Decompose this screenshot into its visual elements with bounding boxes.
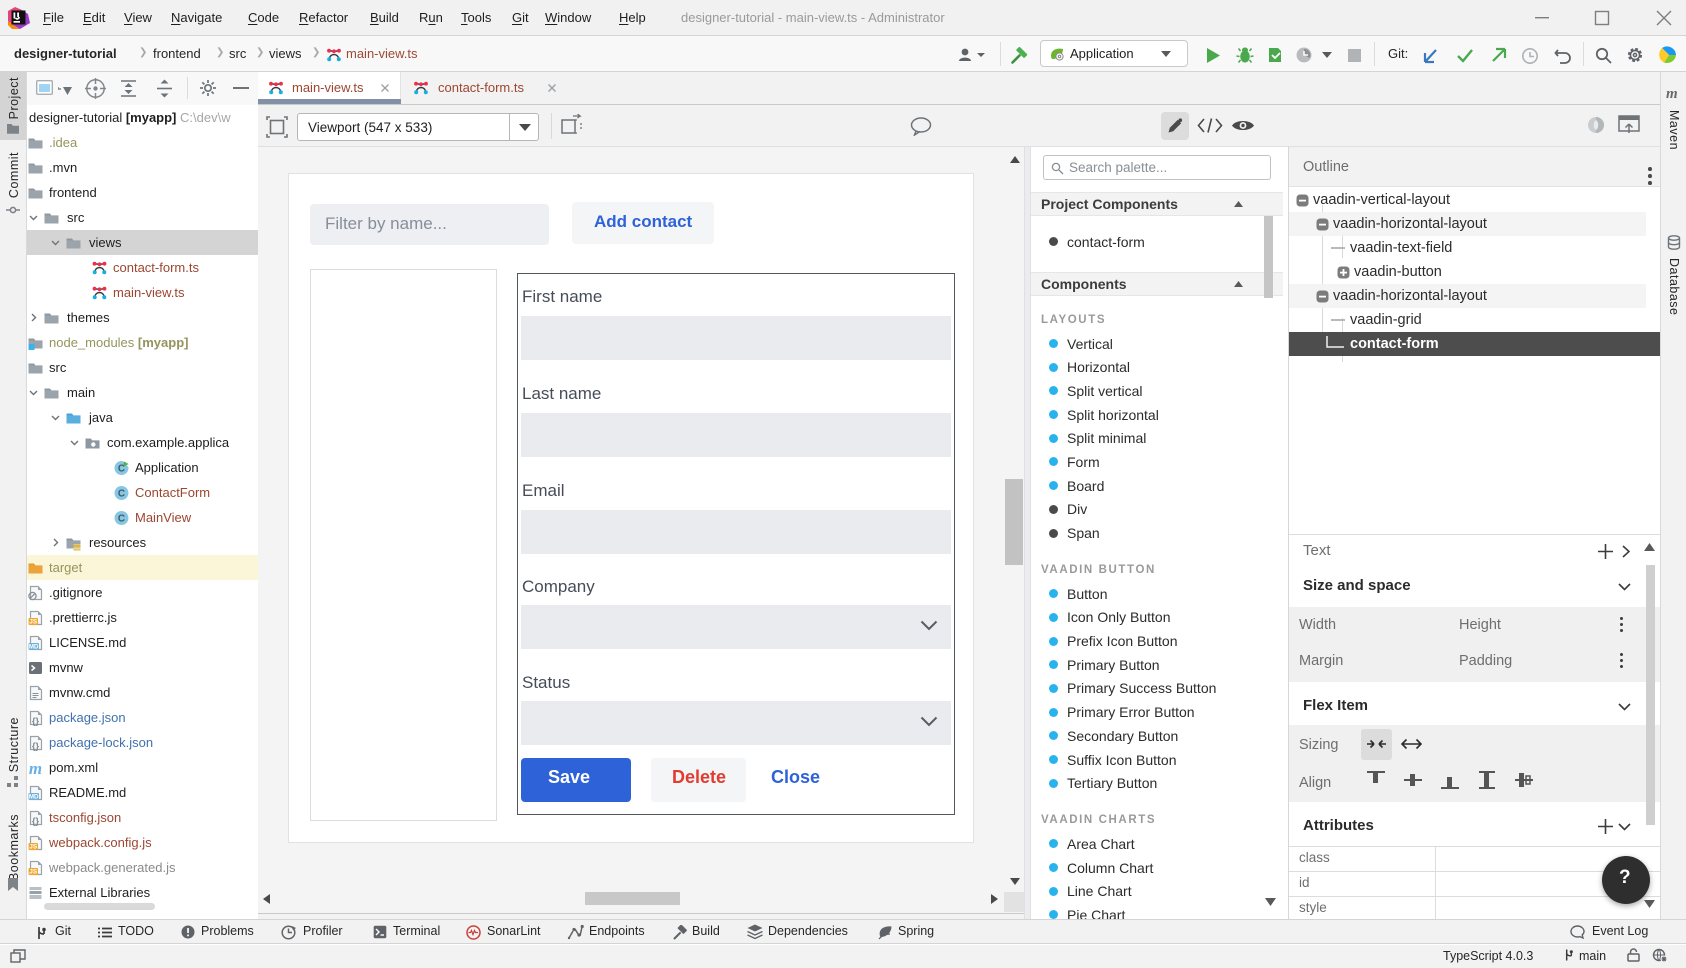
svg-text:m: m	[29, 760, 42, 776]
